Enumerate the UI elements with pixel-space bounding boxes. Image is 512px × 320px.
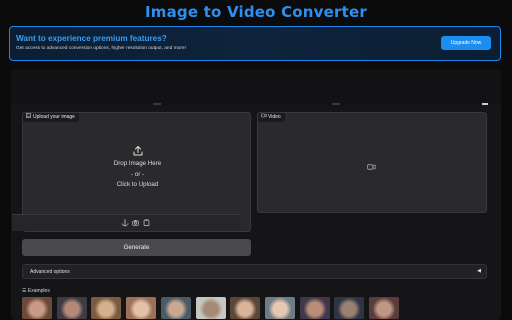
divider-mark (153, 103, 161, 105)
video-box-label-text: Video (268, 114, 281, 120)
click-to-upload-text[interactable]: Click to Upload (23, 180, 252, 189)
upgrade-now-button[interactable]: Upgrade Now (441, 36, 491, 50)
example-thumbnail[interactable] (265, 297, 295, 319)
example-thumbnail[interactable] (230, 297, 260, 319)
upload-box-label-text: Upload your image (33, 114, 75, 120)
example-thumbnail[interactable] (91, 297, 121, 319)
or-text: - or - (130, 171, 145, 178)
caret-left-icon[interactable]: ◀ (477, 268, 481, 274)
list-icon: ☰ (22, 288, 27, 294)
example-thumbnail[interactable] (334, 297, 364, 319)
video-camera-icon (367, 158, 376, 176)
video-output-panel: Video (257, 112, 487, 213)
example-thumbnail[interactable] (369, 297, 399, 319)
video-camera-icon (261, 113, 267, 122)
example-thumbnail[interactable] (126, 297, 156, 319)
example-thumbnail[interactable] (300, 297, 330, 319)
example-thumbnail[interactable] (196, 297, 226, 319)
example-thumbnail[interactable] (57, 297, 87, 319)
clipboard-icon[interactable] (143, 219, 150, 228)
divider-mark (332, 103, 340, 105)
divider-mark (482, 103, 488, 105)
premium-banner-description: Get access to advanced conversion option… (16, 46, 186, 51)
top-strip (11, 69, 501, 105)
examples-label: Examples (27, 288, 50, 294)
camera-icon[interactable] (132, 219, 139, 228)
generate-button[interactable]: Generate (22, 239, 251, 256)
premium-banner: Want to experience premium features? Get… (9, 26, 501, 61)
advanced-options-accordion[interactable]: Advanced options ◀ (22, 264, 487, 279)
image-icon (26, 113, 31, 122)
video-box-label: Video (258, 113, 285, 122)
premium-banner-title: Want to experience premium features? (16, 34, 167, 43)
examples-header: ☰ Examples (22, 288, 50, 294)
example-thumbnail[interactable] (161, 297, 191, 319)
advanced-options-label: Advanced options (30, 269, 70, 275)
drop-image-text: Drop Image Here (113, 160, 162, 167)
upload-box-label: Upload your image (23, 113, 79, 122)
example-thumbnail[interactable] (22, 297, 52, 319)
upload-source-toolbar: ⚓ (12, 214, 240, 231)
anchor-icon[interactable]: ⚓ (121, 219, 129, 227)
page-title: Image to Video Converter (145, 3, 367, 21)
